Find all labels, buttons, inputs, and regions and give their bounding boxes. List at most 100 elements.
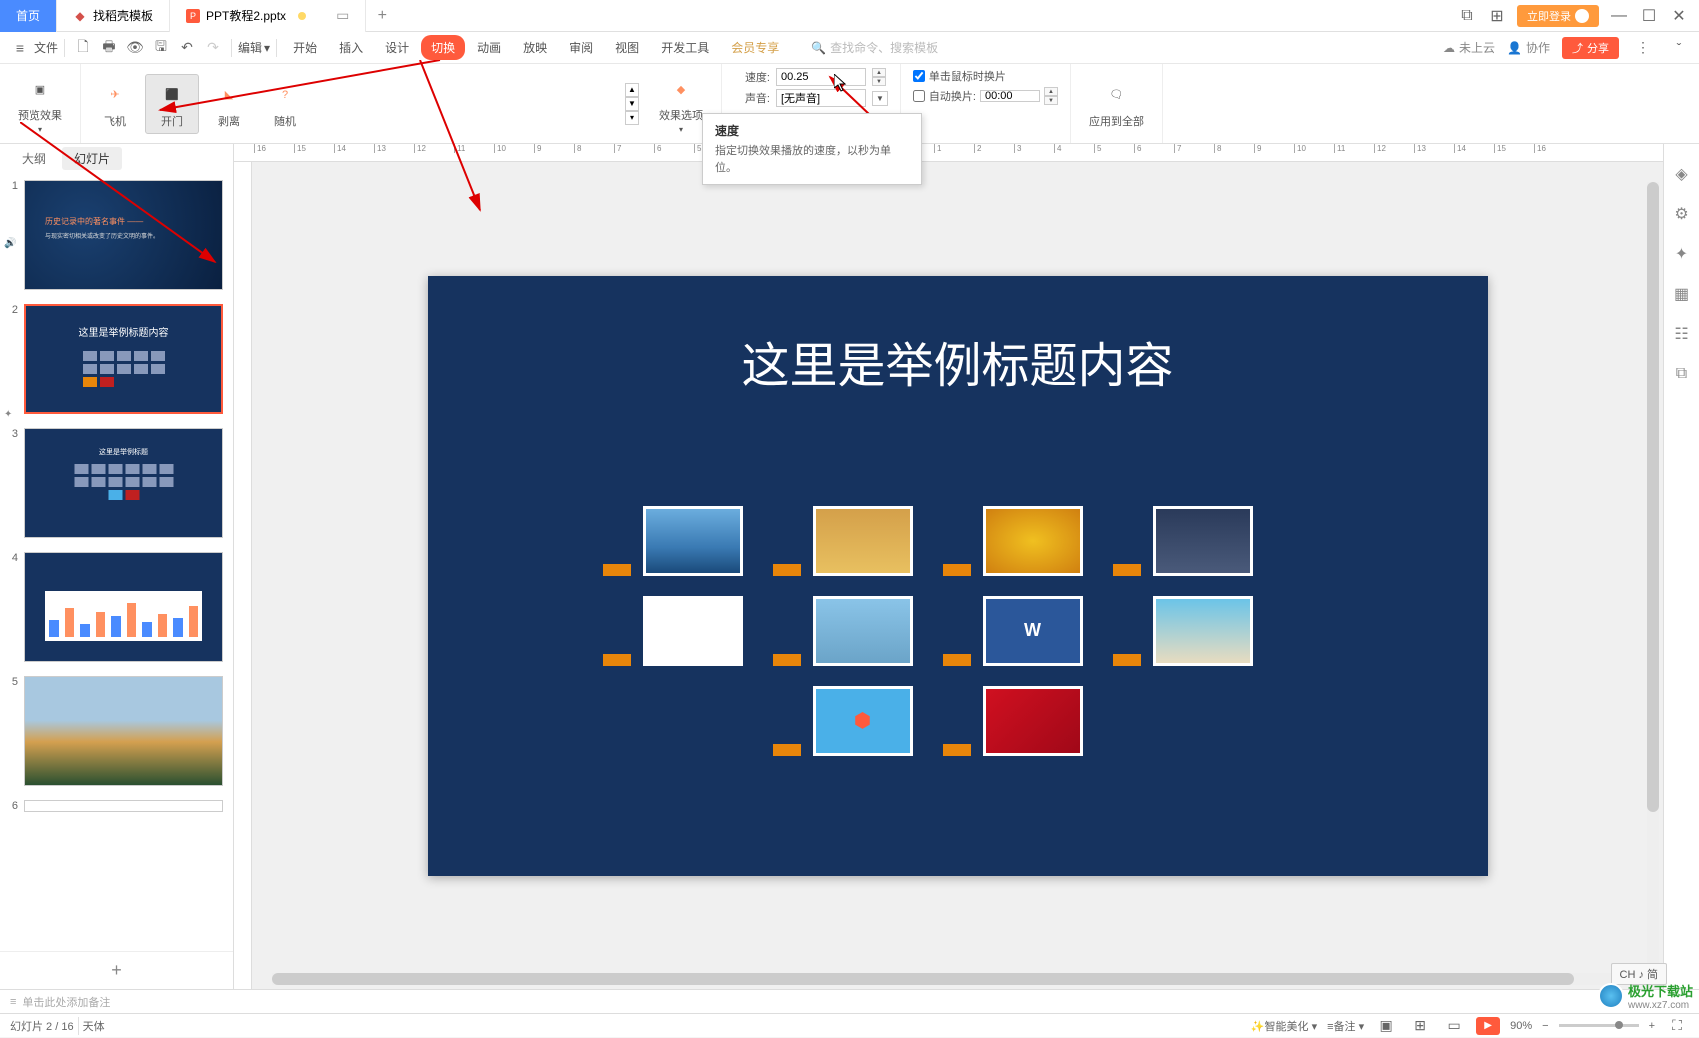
window-close-icon[interactable]: ✕ [1669,6,1689,26]
slide-title[interactable]: 这里是举例标题内容 [741,326,1173,396]
thumb-4[interactable]: 4 🔍 [0,548,233,672]
zoom-slider[interactable] [1559,1024,1639,1027]
scrollbar-horizontal[interactable] [272,973,1643,985]
file-menu[interactable]: 文件 [34,39,58,56]
thumb-5[interactable]: 5 [0,672,233,796]
layout-icon[interactable]: ⧉ [1457,6,1477,26]
speed-up-icon[interactable]: ▲ [872,68,886,77]
slide-item[interactable] [633,596,773,666]
tab-close-icon[interactable]: ▭ [336,7,349,24]
more-icon[interactable]: ⋮ [1631,36,1655,60]
image-chart [643,596,743,666]
transition-peel[interactable]: ◣ 剥离 [203,74,255,134]
tab-start[interactable]: 开始 [283,35,327,60]
print-icon[interactable]: 🖶 [97,36,121,60]
tab-review[interactable]: 审阅 [559,35,603,60]
login-button[interactable]: 立即登录 [1517,5,1599,27]
notes-button[interactable]: ≡备注 ▾ [1327,1018,1364,1034]
sound-input[interactable] [776,89,866,107]
gallery-up-icon[interactable]: ▲ [625,83,639,97]
transition-random[interactable]: ? 随机 [259,74,311,134]
play-button[interactable]: ▶ [1476,1017,1500,1035]
scrollbar-vertical[interactable] [1647,182,1659,969]
thumb-2[interactable]: 2 ✦ 这里是举例标题内容 [0,300,233,424]
slide-item[interactable] [1143,596,1283,666]
fit-screen-icon[interactable]: ⛶ [1665,1014,1689,1038]
help-panel-icon[interactable]: ⧉ [1672,364,1692,384]
beautify-button[interactable]: ✨智能美化 ▾ [1251,1018,1317,1034]
view-sorter-icon[interactable]: ⊞ [1408,1014,1432,1038]
collab-button[interactable]: 👤协作 [1507,39,1550,56]
tab-vip[interactable]: 会员专享 [721,35,789,60]
sound-dropdown-icon[interactable]: ▼ [872,91,888,106]
tab-insert[interactable]: 插入 [329,35,373,60]
settings-panel-icon[interactable]: ⚙ [1672,204,1692,224]
titlebar: 首页 ◆ 找稻壳模板 P PPT教程2.pptx ▭ + ⧉ ⊞ 立即登录 — … [0,0,1699,32]
sidebar-tab-slides[interactable]: 幻灯片 [62,147,122,170]
slide[interactable]: 这里是举例标题内容 W ⬢ [428,276,1488,876]
notes-bar[interactable]: ≡ 单击此处添加备注 [0,989,1699,1013]
add-tab-button[interactable]: + [366,7,398,25]
slide-item[interactable] [803,506,943,576]
undo-icon[interactable]: ↶ [175,36,199,60]
expand-icon[interactable]: ˇ [1667,36,1691,60]
auto-advance-input[interactable] [980,90,1040,102]
window-maximize-icon[interactable]: ☐ [1639,6,1659,26]
slide-item[interactable] [633,506,773,576]
thumb-3[interactable]: 3 这里是举例标题 [0,424,233,548]
sidebar-tab-outline[interactable]: 大纲 [10,147,58,170]
view-normal-icon[interactable]: ▣ [1374,1014,1398,1038]
tab-animation[interactable]: 动画 [467,35,511,60]
slide-item[interactable] [1143,506,1283,576]
slide-item[interactable]: W [973,596,1113,666]
click-advance-checkbox[interactable] [913,70,925,82]
slide-item[interactable] [973,506,1113,576]
asset-panel-icon[interactable]: ✦ [1672,244,1692,264]
thumbnails[interactable]: 1 🔊 历史记录中的著名事件 —— 与现实密切相关或改变了历史文明的事件。 2 … [0,172,233,951]
auto-advance-checkbox[interactable] [913,90,925,102]
new-icon[interactable]: 🗋 [71,36,95,60]
thumb-6[interactable]: 6 [0,796,233,812]
apps-icon[interactable]: ⊞ [1487,6,1507,26]
redo-icon[interactable]: ↷ [201,36,225,60]
gallery-down-icon[interactable]: ▼ [625,97,639,111]
zoom-level[interactable]: 90% [1510,1020,1532,1032]
save-icon[interactable]: 🖫 [149,36,173,60]
tab-dev[interactable]: 开发工具 [651,35,719,60]
slide-canvas[interactable]: 这里是举例标题内容 W ⬢ [252,162,1663,989]
transition-plane[interactable]: ✈ 飞机 [89,74,141,134]
preview-icon[interactable]: 👁 [123,36,147,60]
tab-home[interactable]: 首页 [0,0,57,32]
search-box[interactable]: 🔍 查找命令、搜索模板 [811,39,938,56]
preview-button[interactable]: ▣ 预览效果▾ [8,69,72,138]
tab-file[interactable]: P PPT教程2.pptx ▭ [170,0,366,32]
apply-all-button[interactable]: 🗨 应用到全部 [1079,75,1154,133]
thumb-1[interactable]: 1 🔊 历史记录中的著名事件 —— 与现实密切相关或改变了历史文明的事件。 [0,176,233,300]
speed-input[interactable] [776,68,866,86]
tab-slideshow[interactable]: 放映 [513,35,557,60]
slide-item[interactable]: ⬢ [803,686,943,756]
gallery-more-icon[interactable]: ▾ [625,111,639,125]
add-slide-button[interactable]: + [0,951,233,989]
zoom-in-icon[interactable]: + [1649,1020,1655,1032]
design-panel-icon[interactable]: ◈ [1672,164,1692,184]
menu-icon[interactable]: ≡ [8,36,32,60]
cloud-button[interactable]: ☁未上云 [1443,39,1495,56]
tab-template[interactable]: ◆ 找稻壳模板 [57,0,170,32]
share-button[interactable]: ⤴分享 [1562,37,1619,59]
edit-dropdown[interactable]: 编辑 ▾ [238,39,270,56]
resource-panel-icon[interactable]: ☷ [1672,324,1692,344]
slide-item[interactable] [803,596,943,666]
zoom-out-icon[interactable]: − [1542,1020,1548,1032]
auto-up-icon[interactable]: ▲ [1044,87,1058,96]
view-reading-icon[interactable]: ▭ [1442,1014,1466,1038]
tab-transition[interactable]: 切换 [421,35,465,60]
slide-item[interactable] [973,686,1113,756]
auto-down-icon[interactable]: ▼ [1044,96,1058,105]
tab-view[interactable]: 视图 [605,35,649,60]
speed-down-icon[interactable]: ▼ [872,77,886,86]
template-panel-icon[interactable]: ▦ [1672,284,1692,304]
tab-design[interactable]: 设计 [375,35,419,60]
transition-door[interactable]: ⬛ 开门 [145,74,199,134]
window-minimize-icon[interactable]: — [1609,6,1629,26]
